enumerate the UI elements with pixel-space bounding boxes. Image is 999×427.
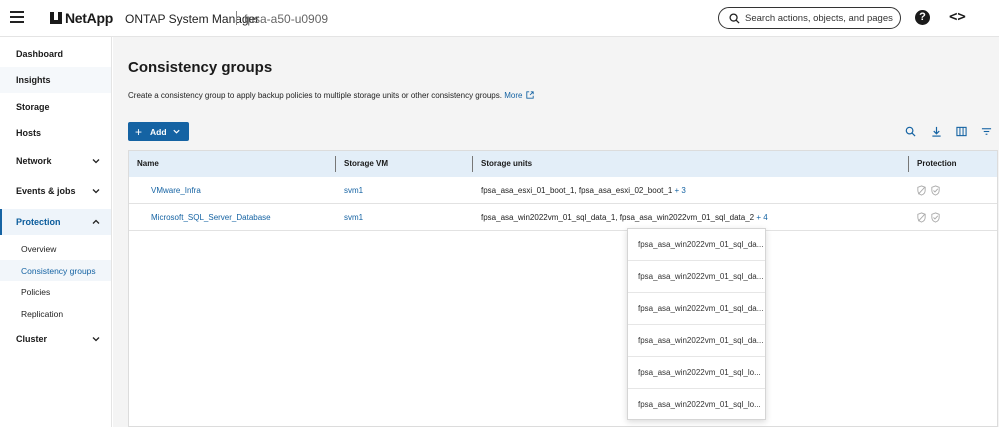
column-separator: [908, 156, 909, 172]
sidebar-item-network[interactable]: Network: [0, 148, 111, 174]
add-button[interactable]: + Add: [128, 122, 189, 141]
popup-list-item: fpsa_asa_win2022vm_01_sql_da...: [628, 261, 765, 293]
cluster-name: fpsa-a50-u0909: [244, 12, 329, 26]
page-description: Create a consistency group to apply back…: [128, 91, 535, 100]
column-separator: [335, 156, 336, 172]
main-content: Consistency groups Create a consistency …: [113, 37, 999, 427]
storage-units-popup: fpsa_asa_win2022vm_01_sql_da... fpsa_asa…: [627, 228, 766, 420]
sidebar-item-label: Storage: [16, 102, 50, 112]
more-units-link[interactable]: + 3: [675, 186, 686, 195]
chevron-down-icon: [92, 337, 100, 342]
row-svm-link[interactable]: svm1: [344, 213, 363, 222]
download-icon[interactable]: [931, 126, 942, 137]
chevron-down-icon: [173, 129, 180, 134]
column-header-storage-units[interactable]: Storage units: [481, 159, 532, 168]
sidebar-item-label: Dashboard: [16, 49, 64, 59]
sidebar-item-hosts[interactable]: Hosts: [0, 120, 111, 146]
chevron-up-icon: [92, 219, 100, 224]
page-title: Consistency groups: [128, 59, 273, 76]
sidebar-item-events-jobs[interactable]: Events & jobs: [0, 178, 111, 204]
shield-check-icon: [931, 212, 940, 223]
shield-check-icon: [931, 185, 940, 196]
sidebar-item-label: Events & jobs: [16, 186, 76, 196]
sidebar-sub-overview[interactable]: Overview: [21, 244, 56, 254]
code-icon[interactable]: <>: [949, 9, 966, 25]
sidebar-item-label: Protection: [16, 217, 61, 227]
filter-icon[interactable]: [981, 126, 992, 137]
more-link-label: More: [504, 91, 523, 100]
column-separator: [472, 156, 473, 172]
sidebar-item-protection[interactable]: Protection: [0, 209, 111, 235]
hamburger-menu-icon[interactable]: [10, 11, 24, 23]
table-row: VMware_Infra svm1 fpsa_asa_esxi_01_boot_…: [129, 177, 997, 204]
sidebar-sub-consistency-groups[interactable]: Consistency groups: [21, 266, 96, 276]
help-icon[interactable]: ?: [915, 10, 930, 25]
popup-list-item: fpsa_asa_win2022vm_01_sql_da...: [628, 229, 765, 261]
search-icon: [729, 12, 740, 24]
search-box[interactable]: [718, 7, 901, 29]
sidebar: Dashboard Insights Storage Hosts Network…: [0, 37, 112, 427]
sidebar-item-label: Network: [16, 156, 52, 166]
row-svm-link[interactable]: svm1: [344, 186, 363, 195]
search-icon[interactable]: [905, 126, 916, 137]
brand-name: NetApp: [65, 10, 113, 26]
sidebar-sub-replication[interactable]: Replication: [21, 309, 63, 319]
netapp-logo: NetApp: [50, 10, 113, 26]
title-divider: [236, 11, 237, 25]
sidebar-item-label: Cluster: [16, 334, 48, 344]
sidebar-item-storage[interactable]: Storage: [0, 94, 111, 120]
more-link[interactable]: More: [504, 91, 535, 100]
consistency-groups-table: Name Storage VM Storage units Protection…: [128, 150, 998, 427]
top-bar: NetApp ONTAP System Manager fpsa-a50-u09…: [0, 0, 999, 37]
row-name-link[interactable]: VMware_Infra: [151, 186, 201, 195]
column-header-storage-vm[interactable]: Storage VM: [344, 159, 388, 168]
sidebar-sub-policies[interactable]: Policies: [21, 287, 50, 297]
chevron-down-icon: [92, 159, 100, 164]
netapp-logo-icon: [50, 12, 62, 24]
popup-list-item: fpsa_asa_win2022vm_01_sql_lo...: [628, 357, 765, 389]
sidebar-item-insights[interactable]: Insights: [0, 67, 111, 93]
external-link-icon: [526, 91, 535, 99]
shield-icon: [917, 185, 926, 196]
column-header-protection[interactable]: Protection: [917, 159, 957, 168]
storage-units-text: fpsa_asa_esxi_01_boot_1, fpsa_asa_esxi_0…: [481, 186, 673, 195]
sidebar-item-label: Insights: [16, 75, 51, 85]
sidebar-item-dashboard[interactable]: Dashboard: [0, 41, 111, 67]
search-input[interactable]: [745, 12, 895, 24]
popup-list-item: fpsa_asa_win2022vm_01_sql_da...: [628, 293, 765, 325]
shield-icon: [917, 212, 926, 223]
popup-list-item: fpsa_asa_win2022vm_01_sql_lo...: [638, 400, 761, 409]
table-header-row: Name Storage VM Storage units Protection: [129, 151, 997, 177]
add-button-label: Add: [150, 126, 167, 137]
description-text: Create a consistency group to apply back…: [128, 91, 502, 100]
app-title: ONTAP System Manager: [125, 12, 260, 26]
row-storage-units: fpsa_asa_win2022vm_01_sql_data_1, fpsa_a…: [481, 213, 768, 222]
sidebar-item-cluster[interactable]: Cluster: [0, 326, 111, 352]
row-name-link[interactable]: Microsoft_SQL_Server_Database: [151, 213, 271, 222]
more-units-link[interactable]: + 4: [756, 213, 767, 222]
storage-units-text: fpsa_asa_win2022vm_01_sql_data_1, fpsa_a…: [481, 213, 755, 222]
row-storage-units: fpsa_asa_esxi_01_boot_1, fpsa_asa_esxi_0…: [481, 186, 686, 195]
plus-icon: +: [135, 124, 143, 139]
popup-list-item: fpsa_asa_win2022vm_01_sql_da...: [628, 325, 765, 357]
columns-icon[interactable]: [956, 126, 967, 137]
sidebar-item-label: Hosts: [16, 128, 42, 138]
chevron-down-icon: [92, 189, 100, 194]
column-header-name[interactable]: Name: [137, 159, 159, 168]
table-row: Microsoft_SQL_Server_Database svm1 fpsa_…: [129, 204, 997, 231]
